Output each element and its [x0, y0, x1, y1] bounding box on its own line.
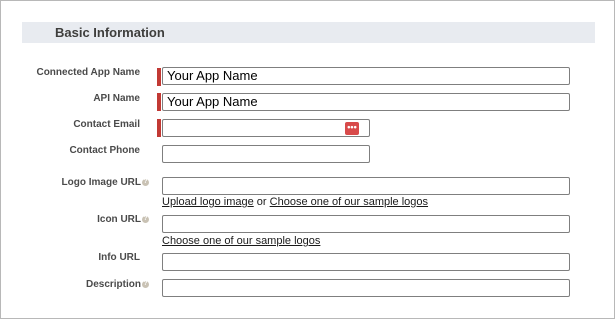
description-input[interactable] — [162, 279, 570, 297]
or-text: or — [256, 196, 267, 208]
basic-information-panel: Basic Information Connected App Name You… — [0, 0, 615, 319]
contact-phone-label: Contact Phone — [69, 145, 140, 156]
icon-links: Choose one of our sample logos — [162, 235, 320, 247]
required-indicator — [157, 119, 161, 137]
choose-sample-logos-link[interactable]: Choose one of our sample logos — [270, 196, 428, 208]
choose-sample-logos-link[interactable]: Choose one of our sample logos — [162, 235, 320, 247]
icon-url-label: Icon URL? — [97, 214, 149, 225]
info-url-label: Info URL — [98, 252, 140, 263]
api-name-input[interactable]: Your App Name — [162, 93, 570, 111]
contact-email-label: Contact Email — [73, 119, 140, 130]
connected-app-name-label: Connected App Name — [36, 67, 140, 78]
required-indicator — [157, 93, 161, 111]
icon-url-label-text: Icon URL — [97, 214, 141, 225]
help-icon[interactable]: ? — [142, 280, 149, 288]
contact-phone-input[interactable] — [162, 145, 370, 163]
help-icon[interactable]: ? — [142, 215, 149, 223]
description-label: Description? — [86, 279, 149, 290]
logo-image-url-label: Logo Image URL? — [62, 177, 149, 188]
help-icon[interactable]: ? — [142, 178, 149, 186]
logo-image-url-label-text: Logo Image URL — [61, 177, 141, 188]
connected-app-name-input[interactable]: Your App Name — [162, 67, 570, 85]
logo-image-url-input[interactable] — [162, 177, 570, 195]
password-manager-icon[interactable]: ••• — [345, 122, 359, 135]
info-url-input[interactable] — [162, 253, 570, 271]
logo-links: Upload logo image or Choose one of our s… — [162, 196, 428, 208]
description-label-text: Description — [85, 279, 141, 290]
contact-email-input[interactable] — [162, 119, 370, 137]
section-header: Basic Information — [22, 22, 595, 43]
required-indicator — [157, 68, 161, 86]
icon-url-input[interactable] — [162, 215, 570, 233]
upload-logo-image-link[interactable]: Upload logo image — [162, 196, 254, 208]
section-title: Basic Information — [55, 25, 165, 40]
api-name-label: API Name — [93, 93, 140, 104]
